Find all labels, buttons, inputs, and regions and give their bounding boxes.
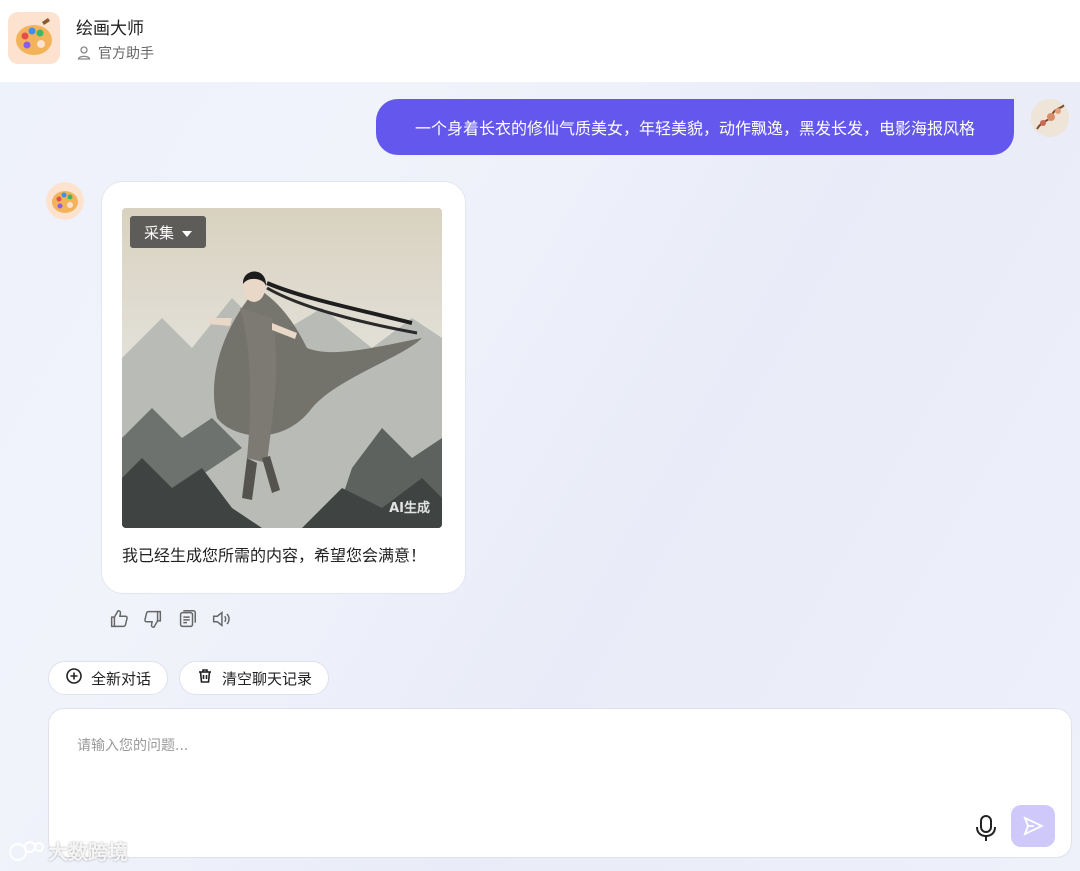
send-button[interactable] xyxy=(1011,805,1055,847)
trash-icon xyxy=(196,667,214,689)
user-avatar xyxy=(1031,99,1069,137)
thumbs-down-icon[interactable] xyxy=(142,608,164,630)
collect-button[interactable]: 采集 xyxy=(130,216,206,248)
user-message: 一个身着长衣的修仙气质美女，年轻美貌，动作飘逸，黑发长发，电影海报风格 xyxy=(376,99,1014,155)
caret-down-icon xyxy=(182,223,192,241)
new-chat-button[interactable]: 全新对话 xyxy=(48,661,168,695)
app-subtitle: 官方助手 xyxy=(76,43,154,63)
bot-reply-text: 我已经生成您所需的内容，希望您会满意！ xyxy=(122,546,427,565)
watermark-logo-icon xyxy=(9,840,44,861)
speaker-icon[interactable] xyxy=(210,608,232,630)
app-title: 绘画大师 xyxy=(76,19,144,39)
subtitle-text: 官方助手 xyxy=(98,46,154,62)
collect-label: 采集 xyxy=(143,223,174,242)
plus-circle-icon xyxy=(65,667,83,689)
palette-icon xyxy=(8,12,60,64)
send-icon xyxy=(1023,816,1044,836)
thumbs-up-icon[interactable] xyxy=(108,608,130,630)
new-chat-label: 全新对话 xyxy=(91,669,152,688)
clear-history-label: 清空聊天记录 xyxy=(222,669,313,688)
ai-generated-badge: AI生成 xyxy=(389,501,430,516)
message-composer xyxy=(48,708,1072,858)
watermark: 大数跨境 xyxy=(8,836,128,865)
chat-header: 绘画大师 官方助手 xyxy=(0,0,1080,82)
message-actions xyxy=(108,608,232,630)
copy-icon[interactable] xyxy=(176,608,198,630)
bot-avatar xyxy=(46,182,84,220)
generated-image[interactable]: 采集 AI生成 xyxy=(122,208,442,528)
watermark-text: 大数跨境 xyxy=(48,840,128,864)
clear-history-button[interactable]: 清空聊天记录 xyxy=(179,661,329,695)
bot-message: 采集 AI生成 我已经生成您所需的内容，希望您会满意！ xyxy=(101,181,466,594)
user-icon xyxy=(76,45,92,61)
microphone-icon[interactable] xyxy=(973,813,999,843)
chat-input[interactable] xyxy=(75,737,979,755)
